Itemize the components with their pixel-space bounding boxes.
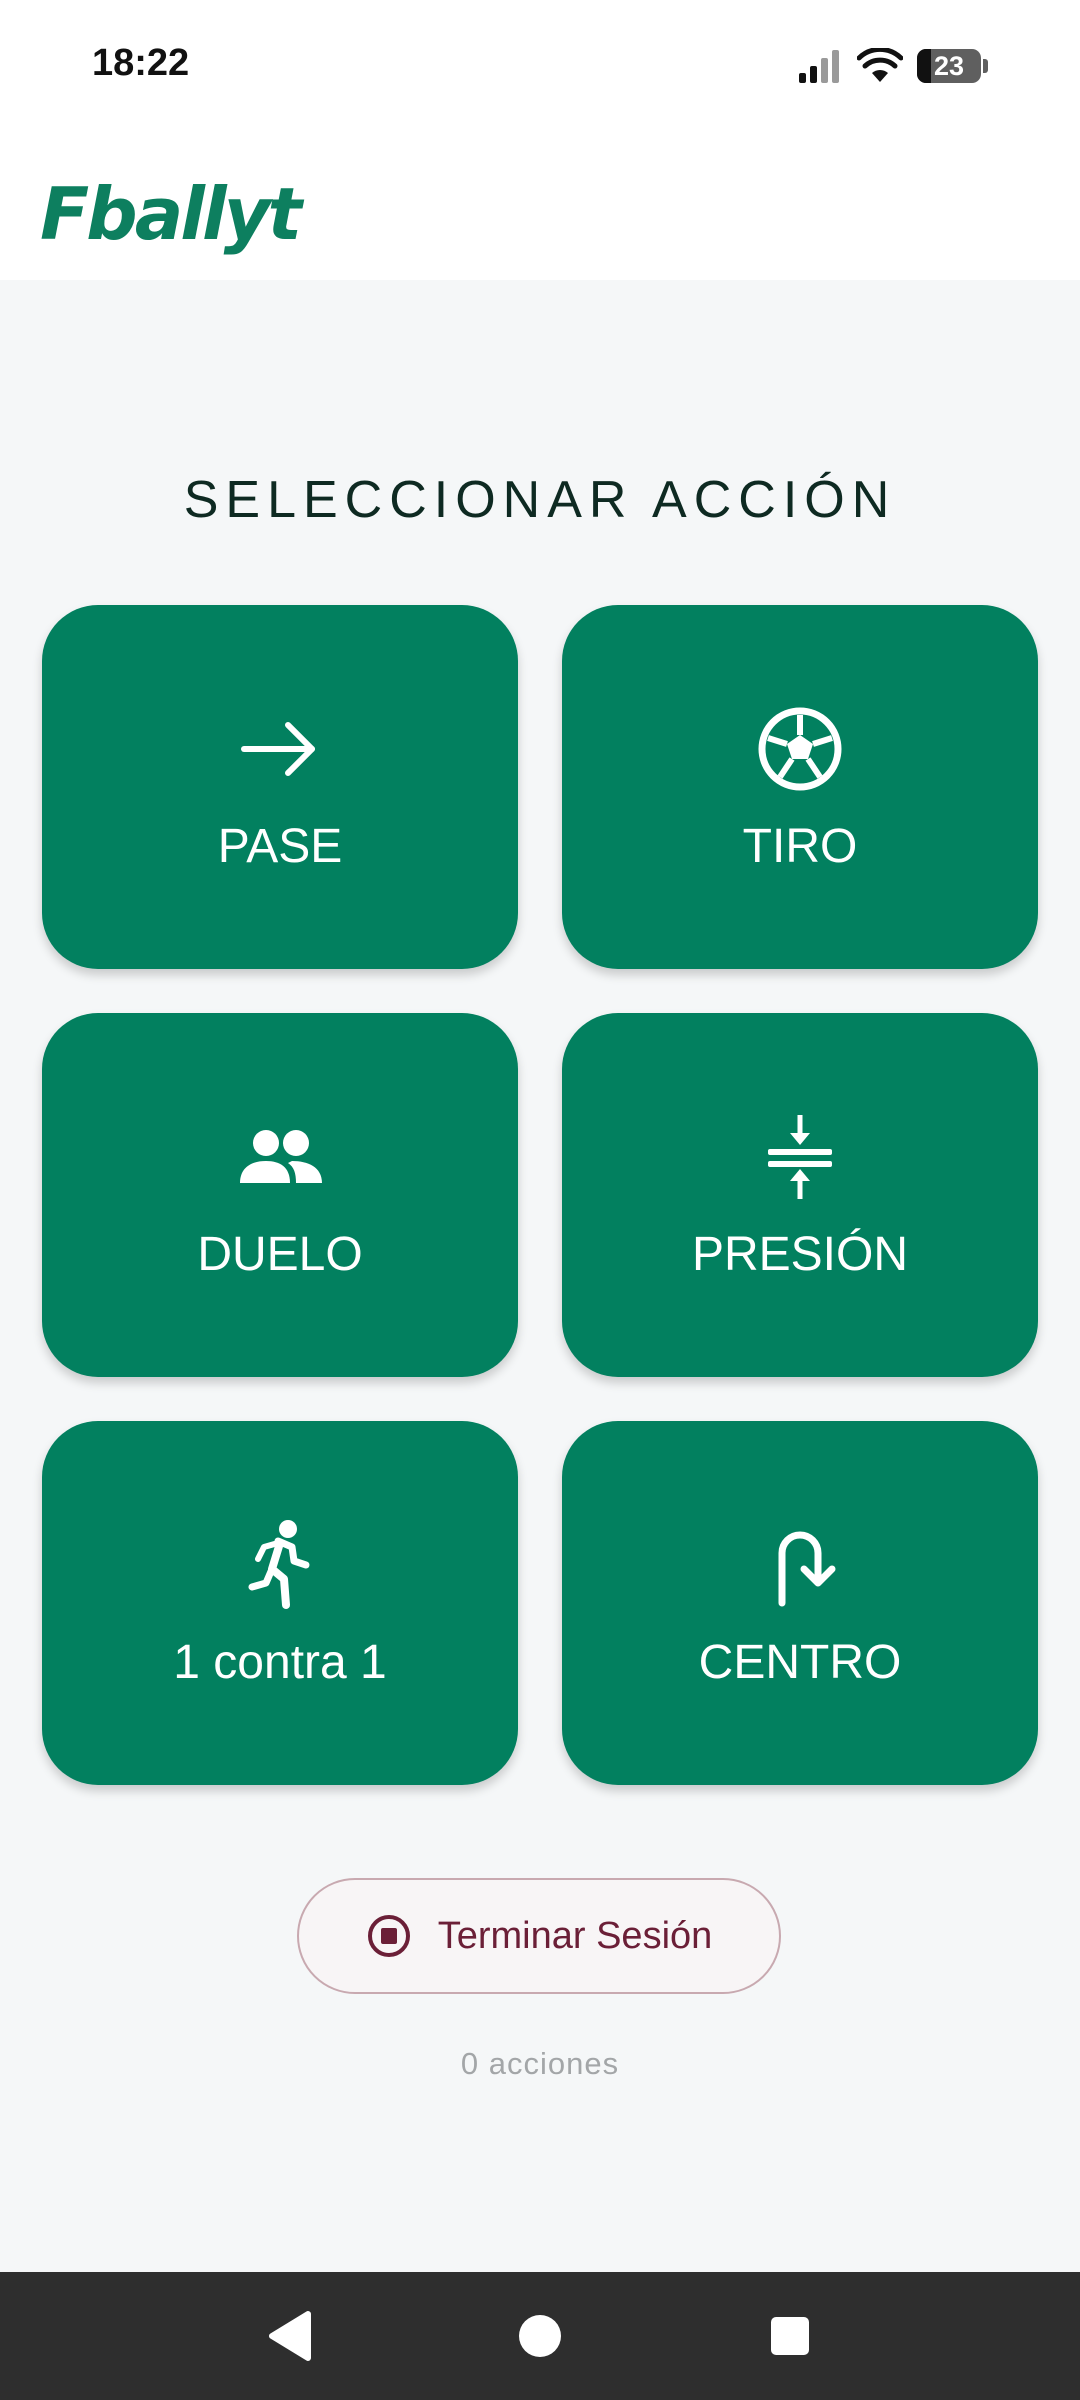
- app-bar: Fballyt: [0, 132, 1080, 280]
- action-button-centro[interactable]: CENTRO: [562, 1421, 1038, 1785]
- curved-arrow-icon: [778, 1531, 836, 1606]
- battery-tip: [983, 59, 988, 73]
- end-session-label: Terminar Sesión: [437, 1914, 713, 1957]
- status-time: 18:22: [92, 42, 190, 84]
- back-icon: [269, 2311, 311, 2361]
- action-button-1-contra-1[interactable]: 1 contra 1: [42, 1421, 518, 1785]
- action-button-tiro[interactable]: TIRO: [562, 605, 1038, 969]
- soccer-ball-icon: [758, 707, 842, 790]
- battery-icon: 23: [917, 49, 981, 83]
- signal-icon: [799, 50, 839, 83]
- stop-circle-icon: [367, 1915, 410, 1957]
- action-label: PRESIÓN: [691, 1227, 909, 1281]
- app-logo: Fballyt: [40, 172, 302, 256]
- recents-icon: [771, 2317, 809, 2355]
- actions-count: 0 acciones: [460, 2046, 620, 2081]
- back-button[interactable]: [253, 2299, 327, 2373]
- arrow-right-icon: [241, 721, 315, 776]
- action-button-pase[interactable]: PASE: [42, 605, 518, 969]
- action-label: 1 contra 1: [173, 1635, 387, 1689]
- status-bar: 18:22 23: [0, 0, 1080, 132]
- recents-button[interactable]: [753, 2299, 827, 2373]
- action-label: TIRO: [742, 819, 858, 873]
- battery-level: 23: [933, 50, 965, 81]
- page-title: SELECCIONAR ACCIÓN: [183, 471, 897, 529]
- compress-icon: [768, 1114, 832, 1199]
- people-icon: [240, 1129, 322, 1183]
- home-button[interactable]: [503, 2299, 577, 2373]
- action-label: PASE: [217, 819, 343, 873]
- action-button-presion[interactable]: PRESIÓN: [562, 1013, 1038, 1377]
- system-nav-bar: [0, 2272, 1080, 2400]
- wifi-icon: [857, 48, 903, 82]
- home-icon: [519, 2315, 561, 2357]
- action-label: CENTRO: [698, 1635, 902, 1689]
- status-icons: 23: [797, 46, 988, 86]
- action-label: DUELO: [197, 1227, 363, 1281]
- running-icon: [248, 1519, 310, 1609]
- end-session-button[interactable]: Terminar Sesión: [297, 1878, 781, 1994]
- action-grid: PASE TIRO DUELO PRESIÓN 1 contra 1 CENTR…: [42, 605, 1038, 1785]
- action-button-duelo[interactable]: DUELO: [42, 1013, 518, 1377]
